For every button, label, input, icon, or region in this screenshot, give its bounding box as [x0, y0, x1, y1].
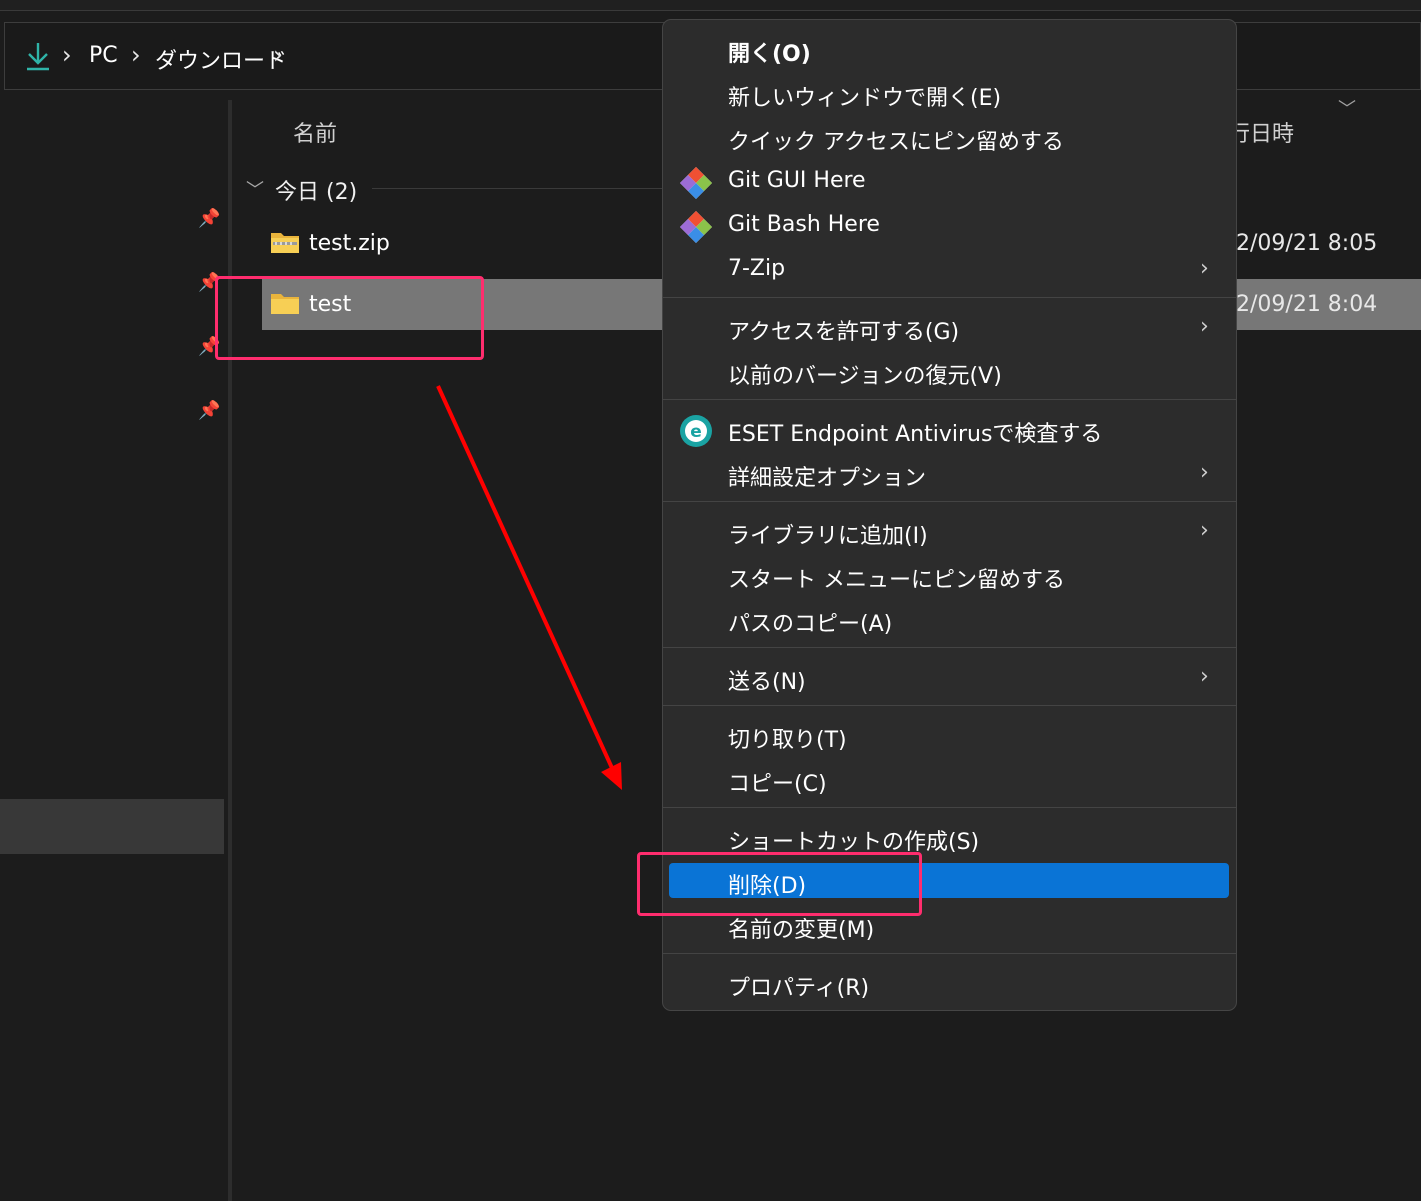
- breadcrumb-separator[interactable]: ›: [273, 41, 283, 69]
- group-header[interactable]: 今日 (2): [275, 174, 357, 206]
- svg-text:e: e: [690, 422, 702, 442]
- menu-item-eset-scan[interactable]: e ESET Endpoint Antivirusで検査する: [663, 408, 1236, 452]
- file-date: 2/09/21 8:04: [1236, 292, 1378, 317]
- menu-item-label: Git GUI Here: [728, 168, 866, 193]
- file-name: test.zip: [309, 231, 390, 256]
- chevron-right-icon: ›: [1200, 664, 1209, 689]
- menu-item-label: プロパティ(R): [728, 976, 870, 1001]
- menu-item-label: 新しいウィンドウで開く(E): [728, 86, 1002, 111]
- menu-separator: [663, 807, 1236, 808]
- menu-item-add-to-library[interactable]: ライブラリに追加(I) ›: [663, 510, 1236, 554]
- group-divider: [372, 188, 672, 189]
- menu-item-open[interactable]: 開く(O): [663, 28, 1236, 72]
- pin-icon: 📌: [198, 400, 221, 421]
- menu-item-properties[interactable]: プロパティ(R): [663, 962, 1236, 1006]
- menu-item-label: 名前の変更(M): [728, 918, 875, 943]
- menu-separator: [663, 501, 1236, 502]
- annotation-highlight-delete: [637, 852, 922, 916]
- menu-separator: [663, 705, 1236, 706]
- breadcrumb-pc[interactable]: PC: [89, 43, 118, 68]
- menu-item-label: スタート メニューにピン留めする: [728, 568, 1065, 593]
- menu-item-label: パスのコピー(A): [728, 612, 893, 637]
- navigation-pane: [0, 100, 224, 1201]
- menu-item-copy[interactable]: コピー(C): [663, 758, 1236, 802]
- menu-item-label: ライブラリに追加(I): [728, 524, 928, 549]
- menu-item-pin-start[interactable]: スタート メニューにピン留めする: [663, 554, 1236, 598]
- menu-item-cut[interactable]: 切り取り(T): [663, 714, 1236, 758]
- menu-item-open-new-window[interactable]: 新しいウィンドウで開く(E): [663, 72, 1236, 116]
- chevron-right-icon: ›: [1200, 460, 1209, 485]
- menu-separator: [663, 647, 1236, 648]
- menu-item-label: アクセスを許可する(G): [728, 320, 960, 345]
- pin-icon: 📌: [198, 208, 221, 229]
- column-header-name[interactable]: 名前: [293, 116, 337, 148]
- menu-separator: [663, 297, 1236, 298]
- file-date: 2/09/21 8:05: [1236, 231, 1378, 256]
- column-header-date[interactable]: 行日時: [1228, 116, 1294, 148]
- chevron-down-icon[interactable]: ﹀: [246, 176, 264, 202]
- menu-item-advanced-options[interactable]: 詳細設定オプション ›: [663, 452, 1236, 496]
- menu-item-label: 開く(O): [728, 42, 811, 67]
- menu-item-grant-access[interactable]: アクセスを許可する(G) ›: [663, 306, 1236, 350]
- chevron-right-icon: ›: [1200, 518, 1209, 543]
- menu-item-label: 切り取り(T): [728, 728, 847, 753]
- menu-item-label: 以前のバージョンの復元(V): [728, 364, 1002, 389]
- title-bar-strip: [0, 0, 1421, 11]
- breadcrumb-separator[interactable]: ›: [131, 41, 141, 69]
- menu-item-label: 送る(N): [728, 670, 806, 695]
- chevron-right-icon: ›: [1200, 256, 1209, 281]
- git-icon: [680, 167, 712, 199]
- git-icon: [680, 211, 712, 243]
- menu-separator: [663, 399, 1236, 400]
- menu-item-7zip[interactable]: 7-Zip ›: [663, 248, 1236, 292]
- menu-item-send-to[interactable]: 送る(N) ›: [663, 656, 1236, 700]
- menu-separator: [663, 953, 1236, 954]
- menu-item-pin-quick-access[interactable]: クイック アクセスにピン留めする: [663, 116, 1236, 160]
- menu-item-git-bash[interactable]: Git Bash Here: [663, 204, 1236, 248]
- menu-item-restore-previous[interactable]: 以前のバージョンの復元(V): [663, 350, 1236, 394]
- eset-icon: e: [680, 415, 712, 447]
- download-arrow-icon: [27, 43, 49, 71]
- menu-item-label: コピー(C): [728, 772, 827, 797]
- zip-folder-icon: [271, 233, 299, 253]
- menu-item-label: ESET Endpoint Antivirusで検査する: [728, 422, 1103, 447]
- chevron-right-icon: ›: [1200, 314, 1209, 339]
- annotation-highlight-file: [215, 276, 484, 360]
- menu-item-label: Git Bash Here: [728, 212, 880, 237]
- menu-item-copy-path[interactable]: パスのコピー(A): [663, 598, 1236, 642]
- breadcrumb-separator[interactable]: ›: [62, 41, 72, 69]
- menu-item-label: 7-Zip: [728, 256, 786, 281]
- sort-chevron-icon[interactable]: ﹀: [1338, 95, 1356, 121]
- menu-item-git-gui[interactable]: Git GUI Here: [663, 160, 1236, 204]
- nav-item-selected[interactable]: [0, 799, 224, 854]
- menu-item-label: 詳細設定オプション: [728, 466, 927, 491]
- menu-item-label: クイック アクセスにピン留めする: [728, 130, 1064, 155]
- breadcrumb-downloads[interactable]: ダウンロード: [155, 43, 287, 75]
